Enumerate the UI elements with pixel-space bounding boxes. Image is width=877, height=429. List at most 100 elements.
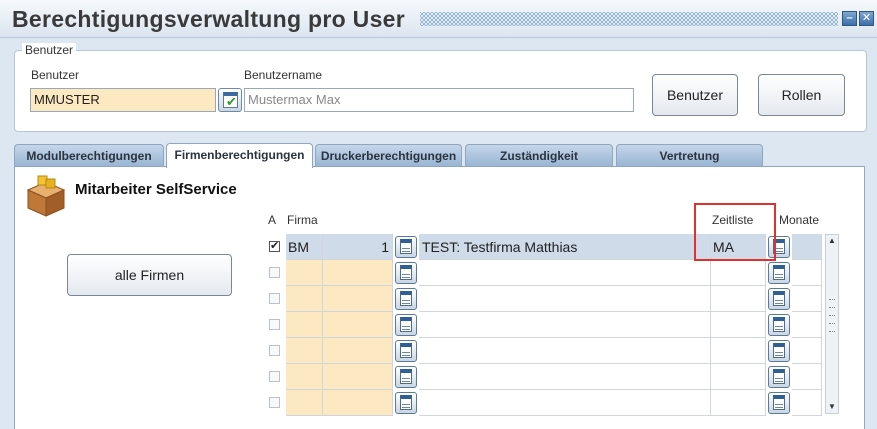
- column-header-a: A: [268, 213, 277, 227]
- zeitliste-cell[interactable]: [711, 390, 766, 416]
- line-icon: [775, 378, 783, 379]
- line-icon: [402, 381, 410, 382]
- firma-number-cell[interactable]: [323, 312, 393, 338]
- scroll-grip: [829, 331, 835, 333]
- line-icon: [402, 248, 410, 249]
- user-field[interactable]: MMUSTER: [30, 88, 216, 112]
- minimize-button[interactable]: –: [842, 11, 857, 26]
- row-checkbox[interactable]: [269, 319, 280, 330]
- firma-cell[interactable]: [286, 338, 323, 364]
- calendar-icon[interactable]: [768, 340, 790, 362]
- firma-cell[interactable]: [286, 286, 323, 312]
- line-icon: [775, 251, 783, 252]
- row-checkbox[interactable]: [269, 293, 280, 304]
- calendar-icon[interactable]: [395, 392, 417, 414]
- line-icon: [775, 329, 783, 330]
- row-checkbox[interactable]: [269, 397, 280, 408]
- firma-number-cell[interactable]: [323, 260, 393, 286]
- table-scrollbar[interactable]: ▲ ▼: [825, 234, 839, 414]
- scroll-up-arrow[interactable]: ▲: [826, 235, 838, 247]
- line-icon: [402, 352, 410, 353]
- calendar-icon[interactable]: [395, 366, 417, 388]
- username-field[interactable]: Mustermax Max: [244, 88, 634, 112]
- table-row[interactable]: [264, 260, 824, 286]
- zeitliste-cell[interactable]: [711, 286, 766, 312]
- scroll-grip: [829, 323, 835, 325]
- monate-cell[interactable]: [792, 338, 822, 364]
- scroll-grip: [829, 299, 835, 301]
- line-icon: [775, 274, 783, 275]
- calendar-icon[interactable]: [768, 262, 790, 284]
- window-title: Berechtigungsverwaltung pro User: [12, 6, 406, 32]
- package-icon: [26, 175, 66, 217]
- monate-cell[interactable]: [792, 390, 822, 416]
- line-icon: [775, 355, 783, 356]
- zeitliste-cell[interactable]: [711, 312, 766, 338]
- calendar-icon[interactable]: [768, 366, 790, 388]
- line-icon: [775, 248, 783, 249]
- table-row[interactable]: [264, 390, 824, 416]
- zeitliste-cell[interactable]: [711, 364, 766, 390]
- calendar-icon[interactable]: [395, 236, 417, 258]
- line-icon: [775, 407, 783, 408]
- line-icon: [775, 326, 783, 327]
- line-icon: [402, 300, 410, 301]
- calendar-icon[interactable]: [395, 340, 417, 362]
- zeitliste-cell[interactable]: [711, 338, 766, 364]
- checkmark-icon: ✔: [226, 94, 237, 109]
- scroll-down-arrow[interactable]: ▼: [826, 401, 838, 413]
- firma-cell[interactable]: [286, 312, 323, 338]
- monate-cell[interactable]: [792, 260, 822, 286]
- row-checkbox[interactable]: ✔: [269, 241, 280, 252]
- tab-druckerberechtigungen[interactable]: Druckerberechtigungen: [315, 144, 462, 167]
- user-label: Benutzer: [31, 68, 80, 82]
- calendar-icon[interactable]: [395, 262, 417, 284]
- username-label: Benutzername: [244, 68, 323, 82]
- line-icon: [402, 355, 410, 356]
- calendar-icon[interactable]: [768, 314, 790, 336]
- company-name-cell: [419, 338, 711, 364]
- title-bar: Berechtigungsverwaltung pro User – ✕: [0, 0, 877, 38]
- monate-cell[interactable]: [792, 364, 822, 390]
- calendar-icon[interactable]: [395, 314, 417, 336]
- tab-firmenberechtigungen[interactable]: Firmenberechtigungen: [166, 143, 313, 168]
- table-row[interactable]: [264, 312, 824, 338]
- tab-modulberechtigungen[interactable]: Modulberechtigungen: [14, 144, 164, 167]
- firma-cell[interactable]: BM: [286, 234, 323, 260]
- user-lookup-button[interactable]: ✔: [218, 88, 242, 112]
- firma-number-cell[interactable]: [323, 338, 393, 364]
- company-name-cell: [419, 364, 711, 390]
- line-icon: [402, 407, 410, 408]
- row-checkbox[interactable]: [269, 267, 280, 278]
- table-row[interactable]: [264, 364, 824, 390]
- tab-zustaendigkeit[interactable]: Zuständigkeit: [465, 144, 613, 167]
- table-row[interactable]: [264, 338, 824, 364]
- firma-number-cell[interactable]: [323, 390, 393, 416]
- calendar-icon[interactable]: [395, 288, 417, 310]
- firma-cell[interactable]: [286, 260, 323, 286]
- calendar-icon[interactable]: [768, 392, 790, 414]
- firma-cell[interactable]: [286, 364, 323, 390]
- line-icon: [402, 274, 410, 275]
- calendar-icon[interactable]: [768, 288, 790, 310]
- table-row[interactable]: [264, 286, 824, 312]
- rollen-button[interactable]: Rollen: [758, 74, 845, 116]
- title-pattern: [420, 12, 838, 26]
- firma-number-cell[interactable]: 1: [323, 234, 393, 260]
- alle-firmen-button[interactable]: alle Firmen: [67, 254, 232, 296]
- firma-number-cell[interactable]: [323, 286, 393, 312]
- company-name-cell: TEST: Testfirma Matthias: [419, 234, 711, 260]
- monate-cell[interactable]: [792, 286, 822, 312]
- firma-cell[interactable]: [286, 390, 323, 416]
- zeitliste-cell[interactable]: [711, 260, 766, 286]
- row-checkbox[interactable]: [269, 371, 280, 382]
- benutzer-button[interactable]: Benutzer: [652, 74, 738, 116]
- monate-cell[interactable]: [792, 312, 822, 338]
- zeitliste-highlight-box: [694, 203, 776, 261]
- close-button[interactable]: ✕: [859, 11, 874, 26]
- monate-cell[interactable]: [792, 234, 822, 260]
- firma-number-cell[interactable]: [323, 364, 393, 390]
- tab-vertretung[interactable]: Vertretung: [616, 144, 763, 167]
- row-checkbox[interactable]: [269, 345, 280, 356]
- line-icon: [402, 251, 410, 252]
